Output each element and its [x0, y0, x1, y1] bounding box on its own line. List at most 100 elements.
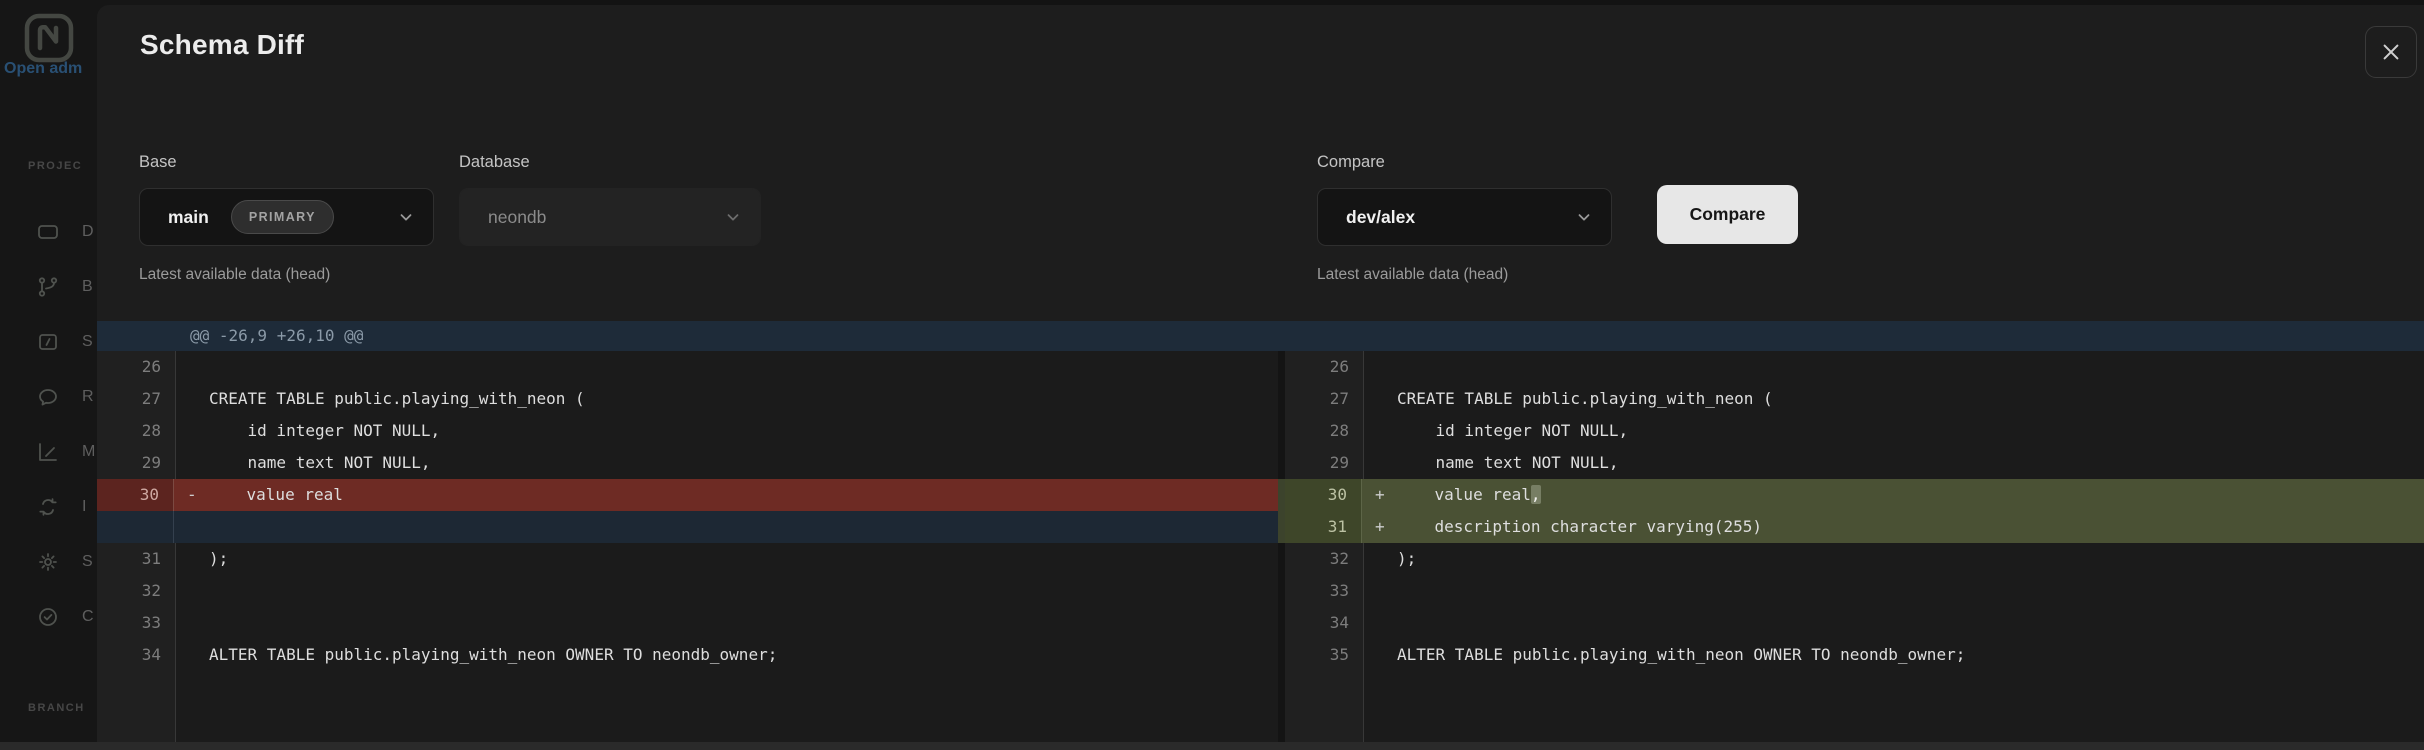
diff-marker [1363, 543, 1397, 575]
diff-row: 32 [97, 575, 1278, 607]
hunk-header: @@ -26,9 +26,10 @@ [97, 321, 2424, 351]
diff-line-number [97, 511, 174, 543]
diff-code-text: CREATE TABLE public.playing_with_neon ( [209, 389, 585, 408]
compare-button[interactable]: Compare [1657, 185, 1798, 244]
diff-row: 31 + description character varying(255) [1285, 511, 2424, 543]
diff-marker [175, 447, 209, 479]
diff-marker [175, 383, 209, 415]
chevron-down-icon [724, 208, 742, 226]
chevron-down-icon [397, 208, 415, 226]
page-title: Schema Diff [140, 29, 305, 60]
database-label: Database [459, 153, 530, 171]
chat-icon [36, 385, 60, 409]
diff-line-number: 28 [1329, 421, 1349, 440]
diff-line-number: 35 [1329, 645, 1349, 664]
base-field: Base main PRIMARY Latest available data … [139, 153, 434, 284]
diff-line-number: 31 [1285, 511, 1362, 543]
diff-code-text: name text NOT NULL, [1397, 453, 1619, 472]
diff-row: 31); [97, 543, 1278, 575]
diff-line-number: 30 [1285, 479, 1362, 511]
diff-line-number: 30 [97, 479, 174, 511]
diff-line-number: 29 [1329, 453, 1349, 472]
sidebar-item-label: D [82, 222, 94, 240]
sidebar-item-label: M [82, 442, 96, 460]
sidebar-item-label: R [82, 387, 94, 405]
diff-row: 28 id integer NOT NULL, [1285, 415, 2424, 447]
diff-row: 28 id integer NOT NULL, [97, 415, 1278, 447]
diff-marker [175, 639, 209, 671]
bottom-bar [0, 742, 2424, 750]
diff-code-text: CREATE TABLE public.playing_with_neon ( [1397, 389, 1773, 408]
diff-row: 26 [1285, 351, 2424, 383]
primary-badge: PRIMARY [230, 200, 334, 234]
diff-code-text: id integer NOT NULL, [209, 421, 441, 440]
diff-line-number: 32 [1329, 549, 1349, 568]
schema-diff-viewer: @@ -26,9 +26,10 @@ 26 27 CREATE TABLE publ… [97, 321, 2424, 750]
diff-code-text: ); [1397, 549, 1417, 568]
diff-line-number: 27 [141, 389, 161, 408]
diff-marker [1363, 415, 1397, 447]
diff-row: 29 name text NOT NULL, [97, 447, 1278, 479]
diff-marker [1363, 607, 1397, 639]
diff-row: 33 [97, 607, 1278, 639]
diff-line-number: 26 [1329, 357, 1349, 376]
diff-row: 30 + value real, [1285, 479, 2424, 511]
diff-code-text: id integer NOT NULL, [1397, 421, 1629, 440]
monitoring-icon [36, 440, 60, 464]
diff-marker [174, 511, 208, 543]
database-value: neondb [488, 206, 547, 227]
diff-line-number: 33 [141, 613, 161, 632]
branch-icon [36, 275, 60, 299]
diff-marker [175, 415, 209, 447]
diff-marker [175, 575, 209, 607]
neon-logo[interactable] [24, 13, 74, 63]
sidebar-item-label: S [82, 552, 93, 570]
sidebar-item-label: S [82, 332, 93, 350]
diff-marker [175, 543, 209, 575]
diff-marker [175, 607, 209, 639]
base-hint: Latest available data (head) [139, 266, 331, 283]
diff-code-text: value real, [1396, 485, 1541, 504]
diff-line-number: 26 [141, 357, 161, 376]
diff-line-number: 34 [1329, 613, 1349, 632]
diff-line-number: 32 [141, 581, 161, 600]
diff-marker [1363, 383, 1397, 415]
diff-marker [1363, 447, 1397, 479]
schema-diff-modal: Schema Diff Base main PRIMARY Latest ava… [97, 5, 2424, 750]
compare-branch-select[interactable]: dev/alex [1317, 188, 1612, 246]
base-label: Base [139, 153, 177, 171]
diff-code-text: value real [208, 485, 343, 504]
chevron-down-icon [1575, 208, 1593, 226]
diff-row: 27 CREATE TABLE public.playing_with_neon … [1285, 383, 2424, 415]
base-branch-value: main [168, 206, 209, 227]
open-admin-link[interactable]: Open adm [4, 60, 82, 78]
close-button[interactable] [2365, 26, 2417, 78]
diff-row: 30- value real [97, 479, 1278, 511]
base-branch-select[interactable]: main PRIMARY [139, 188, 434, 246]
diff-code-text: ALTER TABLE public.playing_with_neon OWN… [209, 645, 778, 664]
close-icon [2380, 41, 2402, 63]
sidebar-item-label: C [82, 607, 94, 625]
integrations-icon [36, 495, 60, 519]
diff-line-number: 28 [141, 421, 161, 440]
diff-line-number: 29 [141, 453, 161, 472]
diff-marker [1363, 639, 1397, 671]
settings-icon [36, 550, 60, 574]
compare-branch-value: dev/alex [1346, 206, 1416, 227]
database-field: Database neondb [459, 153, 761, 246]
diff-code-text: ); [209, 549, 229, 568]
diff-marker: + [1375, 485, 1385, 504]
compare-hint: Latest available data (head) [1317, 266, 1509, 283]
diff-marker: - [187, 485, 197, 504]
database-select[interactable]: neondb [459, 188, 761, 246]
diff-pane-base: 26 27 CREATE TABLE public.playing_with_neo… [97, 351, 1278, 750]
diff-pane-compare: 26 27 CREATE TABLE public.playing_with_neo… [1285, 351, 2424, 750]
diff-line-number: 33 [1329, 581, 1349, 600]
diff-row: 27 CREATE TABLE public.playing_with_neon … [97, 383, 1278, 415]
diff-row: 29 name text NOT NULL, [1285, 447, 2424, 479]
diff-row: 35 ALTER TABLE public.playing_with_neon O… [1285, 639, 2424, 671]
diff-marker [1363, 351, 1397, 383]
check-circle-icon [36, 605, 60, 629]
branches-section-label: BRANCH [28, 702, 85, 714]
diff-code-text: description character varying(255) [1396, 517, 1763, 536]
